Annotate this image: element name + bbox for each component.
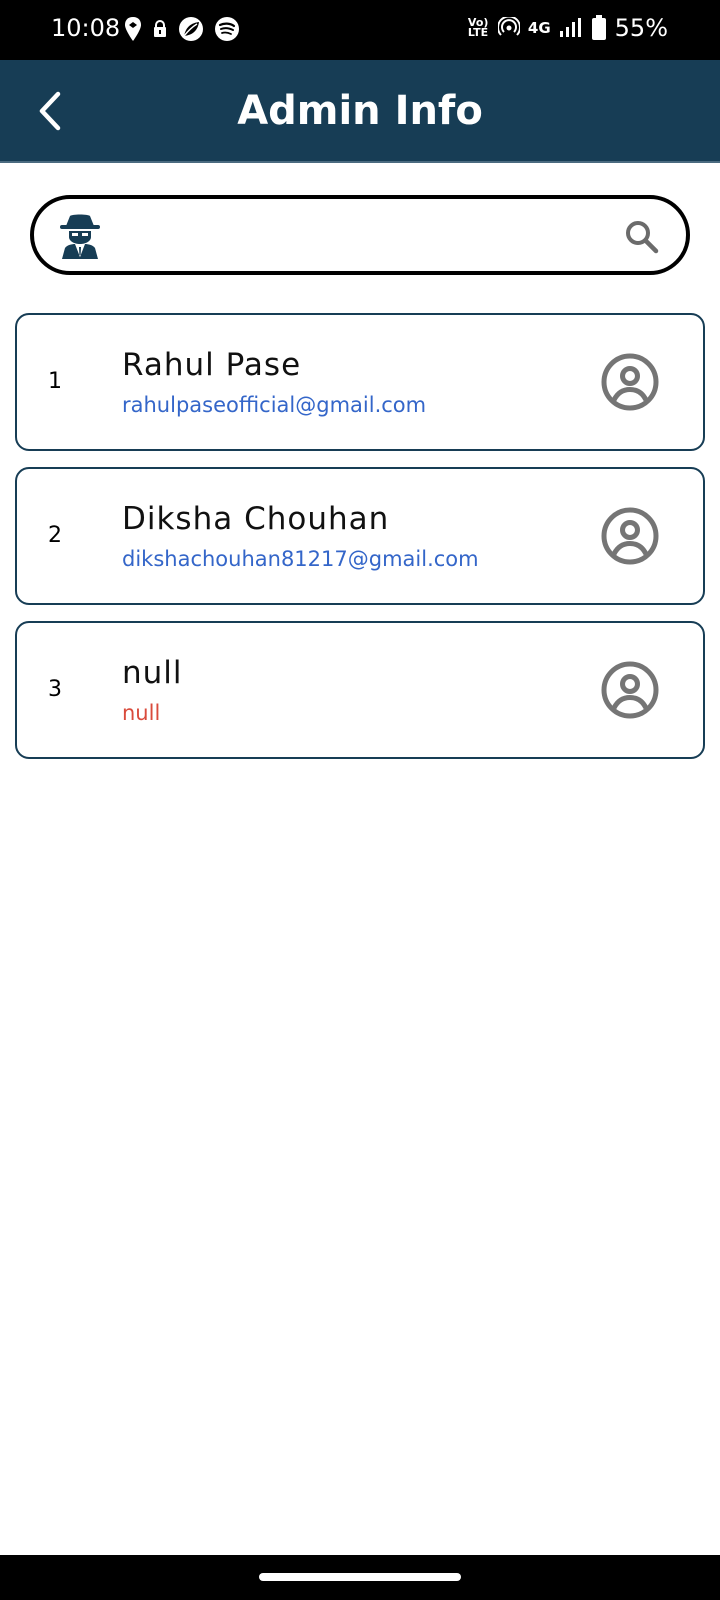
hotspot-icon bbox=[497, 17, 520, 36]
page-title: Admin Info bbox=[237, 88, 483, 134]
lock-notification-icon bbox=[154, 20, 166, 37]
search-input[interactable] bbox=[120, 211, 600, 259]
leaf-app-icon bbox=[179, 17, 203, 41]
home-gesture-handle[interactable] bbox=[259, 1573, 461, 1581]
account-circle-icon[interactable] bbox=[600, 660, 660, 720]
account-circle-icon[interactable] bbox=[600, 506, 660, 566]
admin-card[interactable]: 2 Diksha Chouhan dikshachouhan81217@gmai… bbox=[15, 467, 705, 605]
spotify-icon bbox=[215, 17, 239, 41]
admin-email: dikshachouhan81217@gmail.com bbox=[122, 547, 479, 571]
gesture-nav-bar bbox=[0, 1555, 720, 1600]
admin-list: 1 Rahul Pase rahulpaseofficial@gmail.com… bbox=[15, 313, 705, 775]
admin-name: Rahul Pase bbox=[122, 347, 302, 383]
network-type: 4G bbox=[527, 19, 551, 37]
status-bar: 10:08 Vo) LTE 4G 55% bbox=[0, 0, 720, 60]
app-bar: Admin Info bbox=[0, 60, 720, 163]
status-time: 10:08 bbox=[51, 14, 121, 42]
incognito-spy-icon bbox=[60, 214, 100, 259]
battery-icon bbox=[591, 15, 606, 40]
admin-email: null bbox=[122, 701, 161, 725]
admin-name: null bbox=[122, 655, 183, 691]
volte-indicator: Vo) LTE bbox=[467, 16, 489, 39]
admin-index: 3 bbox=[48, 677, 62, 702]
notification-icons bbox=[124, 16, 240, 42]
admin-card[interactable]: 1 Rahul Pase rahulpaseofficial@gmail.com bbox=[15, 313, 705, 451]
app-notification-icon bbox=[125, 17, 141, 41]
account-circle-icon[interactable] bbox=[600, 352, 660, 412]
system-status-icons: Vo) LTE 4G 55% bbox=[468, 14, 668, 42]
admin-name: Diksha Chouhan bbox=[122, 501, 390, 537]
admin-email: rahulpaseofficial@gmail.com bbox=[122, 393, 427, 417]
search-bar[interactable] bbox=[30, 195, 690, 275]
signal-icon bbox=[559, 18, 581, 37]
admin-card[interactable]: 3 null null bbox=[15, 621, 705, 759]
admin-index: 2 bbox=[48, 523, 62, 548]
search-icon[interactable] bbox=[624, 219, 660, 255]
admin-index: 1 bbox=[48, 369, 62, 394]
battery-level: 55% bbox=[614, 14, 668, 42]
